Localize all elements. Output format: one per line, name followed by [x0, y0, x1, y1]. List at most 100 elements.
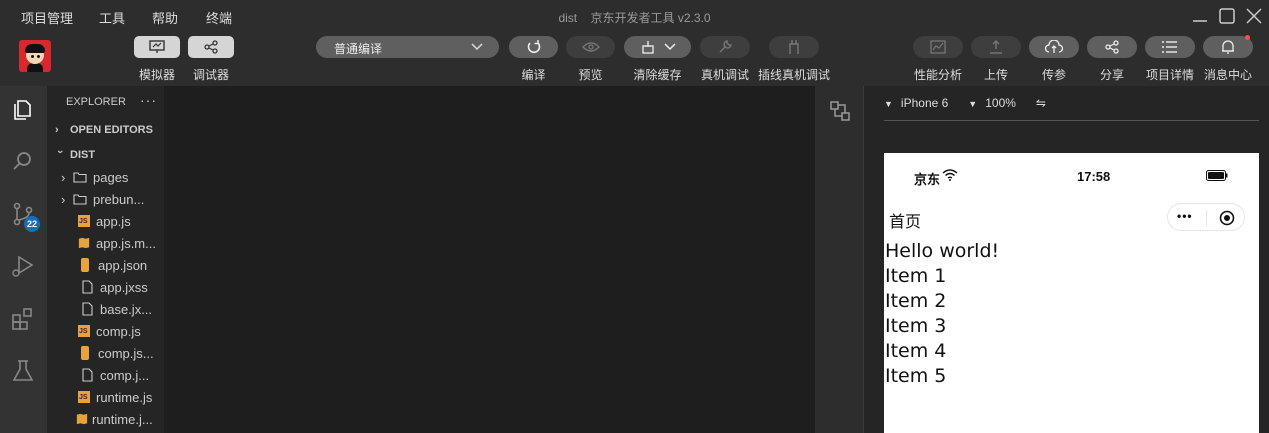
open-editors-section[interactable]: › OPEN EDITORS [55, 124, 153, 136]
performance-button[interactable] [913, 36, 963, 58]
upload-button[interactable] [971, 36, 1021, 58]
tree-item-label: pages [93, 169, 129, 185]
folder-icon [73, 172, 87, 183]
tree-item-comp-json[interactable]: comp.js... [78, 342, 154, 364]
phone-screen: 京东 17:58 首页 ••• Hello world! Item 1 Item… [884, 153, 1259, 433]
share-icon [1105, 40, 1119, 54]
pass-param-button[interactable] [1029, 36, 1079, 58]
tree-item-comp-js[interactable]: comp.js [78, 320, 141, 342]
json-file-icon [81, 346, 89, 360]
wifi-icon [942, 169, 958, 181]
chevron-right-icon: › [61, 191, 66, 207]
clear-cache-label: 清除缓存 [633, 68, 682, 82]
title-bar: 项目管理 工具 帮助 终端 dist 京东开发者工具 v2.3.0 [0, 0, 1269, 32]
files-icon[interactable] [10, 96, 36, 122]
list-icon [1162, 41, 1177, 53]
clear-cache-button[interactable] [624, 36, 691, 58]
json-file-icon [81, 258, 89, 272]
flask-icon[interactable] [10, 358, 36, 384]
wrench-icon [719, 40, 732, 53]
simulator-label: 模拟器 [138, 68, 175, 82]
caret-down-icon[interactable]: ▼ [968, 99, 977, 109]
project-detail-label: 项目详情 [1145, 68, 1194, 82]
share-label: 分享 [1099, 68, 1124, 82]
tree-item-app-jxss[interactable]: app.jxss [80, 276, 148, 298]
battery-icon [1206, 170, 1228, 181]
run-debug-icon[interactable] [10, 253, 36, 279]
zoom-select[interactable]: 100% [985, 96, 1016, 110]
minimize-icon[interactable] [1191, 7, 1209, 25]
chevron-right-icon: › [55, 124, 59, 136]
tree-item-runtime-js[interactable]: runtime.js [78, 386, 152, 408]
window-title: dist 京东开发者工具 v2.3.0 [558, 11, 711, 25]
explorer-panel: EXPLORER ··· › OPEN EDITORS › DIST › pages… [47, 86, 164, 433]
tree-item-runtime-js-map[interactable]: runtime.j... [76, 408, 153, 430]
capsule-menu: ••• [1167, 203, 1245, 231]
explorer-title: EXPLORER [66, 96, 126, 108]
file-icon [82, 280, 93, 294]
tree-item-label: comp.js... [98, 345, 154, 361]
simulator-button[interactable] [134, 36, 180, 58]
extensions-icon[interactable] [10, 306, 36, 332]
search-icon[interactable] [10, 148, 36, 174]
project-detail-button[interactable] [1145, 36, 1195, 58]
dist-root-label: DIST [70, 149, 96, 161]
more-icon[interactable]: ··· [140, 92, 157, 108]
tree-item-label: base.jx... [100, 301, 153, 317]
open-editors-label: OPEN EDITORS [70, 124, 153, 136]
list-item: Item 2 [885, 290, 947, 312]
real-device-debug-button[interactable] [700, 36, 750, 58]
layout-toggle-icon[interactable] [828, 99, 852, 123]
editor-area[interactable] [164, 86, 815, 433]
tree-item-pages[interactable]: › pages [61, 166, 128, 188]
tree-item-prebundle[interactable]: › prebun... [61, 188, 144, 210]
tree-item-label: app.js.m... [96, 235, 156, 251]
preview-button[interactable] [566, 36, 615, 58]
tree-item-comp-jxml[interactable]: comp.j... [80, 364, 149, 386]
chart-icon [930, 40, 946, 54]
tree-item-app-js-map[interactable]: app.js.m... [78, 232, 156, 254]
tree-item-app-js[interactable]: app.js [78, 210, 131, 232]
pass-param-label: 传参 [1041, 68, 1066, 82]
page-content: Hello world! Item 1 Item 2 Item 3 Item 4… [885, 239, 999, 389]
cloud-upload-icon [1045, 40, 1063, 53]
rotate-icon[interactable]: ⇋ [1036, 96, 1046, 110]
bell-icon [1222, 40, 1234, 54]
maximize-icon[interactable] [1218, 7, 1236, 25]
more-options-icon[interactable]: ••• [1177, 209, 1193, 223]
close-icon[interactable] [1245, 7, 1263, 25]
share-button[interactable] [1087, 36, 1137, 58]
carrier-label: 京东 [914, 172, 941, 187]
chevron-down-icon [663, 43, 676, 51]
map-file-icon [76, 413, 88, 425]
list-item: Item 5 [885, 365, 947, 387]
eye-icon [581, 42, 600, 52]
close-target-icon[interactable] [1219, 210, 1235, 226]
message-center-button[interactable] [1203, 35, 1253, 58]
plugin-debug-button[interactable] [769, 36, 819, 58]
device-select[interactable]: iPhone 6 [901, 96, 948, 110]
js-file-icon [78, 215, 90, 227]
js-file-icon [78, 325, 90, 337]
file-icon [82, 368, 93, 382]
tree-item-label: app.js [96, 213, 131, 229]
caret-down-icon[interactable]: ▼ [884, 99, 893, 109]
upload-icon [990, 40, 1002, 54]
avatar[interactable] [19, 40, 51, 72]
tree-item-label: comp.js [96, 323, 141, 339]
compile-button[interactable] [509, 36, 558, 58]
monitor-icon [149, 40, 165, 53]
debugger-label: 调试器 [192, 68, 229, 82]
tree-item-app-json[interactable]: app.json [78, 254, 147, 276]
status-time: 17:58 [1077, 169, 1111, 184]
upload-label: 上传 [983, 68, 1008, 82]
dist-section[interactable]: › DIST [54, 149, 96, 161]
compile-mode-select[interactable]: 普通编译 [316, 36, 499, 58]
source-control-badge: 22 [24, 216, 40, 232]
real-device-debug-label: 真机调试 [700, 68, 749, 82]
tree-item-base-jx[interactable]: base.jx... [80, 298, 152, 320]
activity-bar: 22 [0, 86, 47, 433]
debugger-button[interactable] [188, 36, 234, 58]
plugin-debug-label: 插线真机调试 [757, 68, 830, 82]
compile-mode-value: 普通编译 [334, 42, 383, 56]
